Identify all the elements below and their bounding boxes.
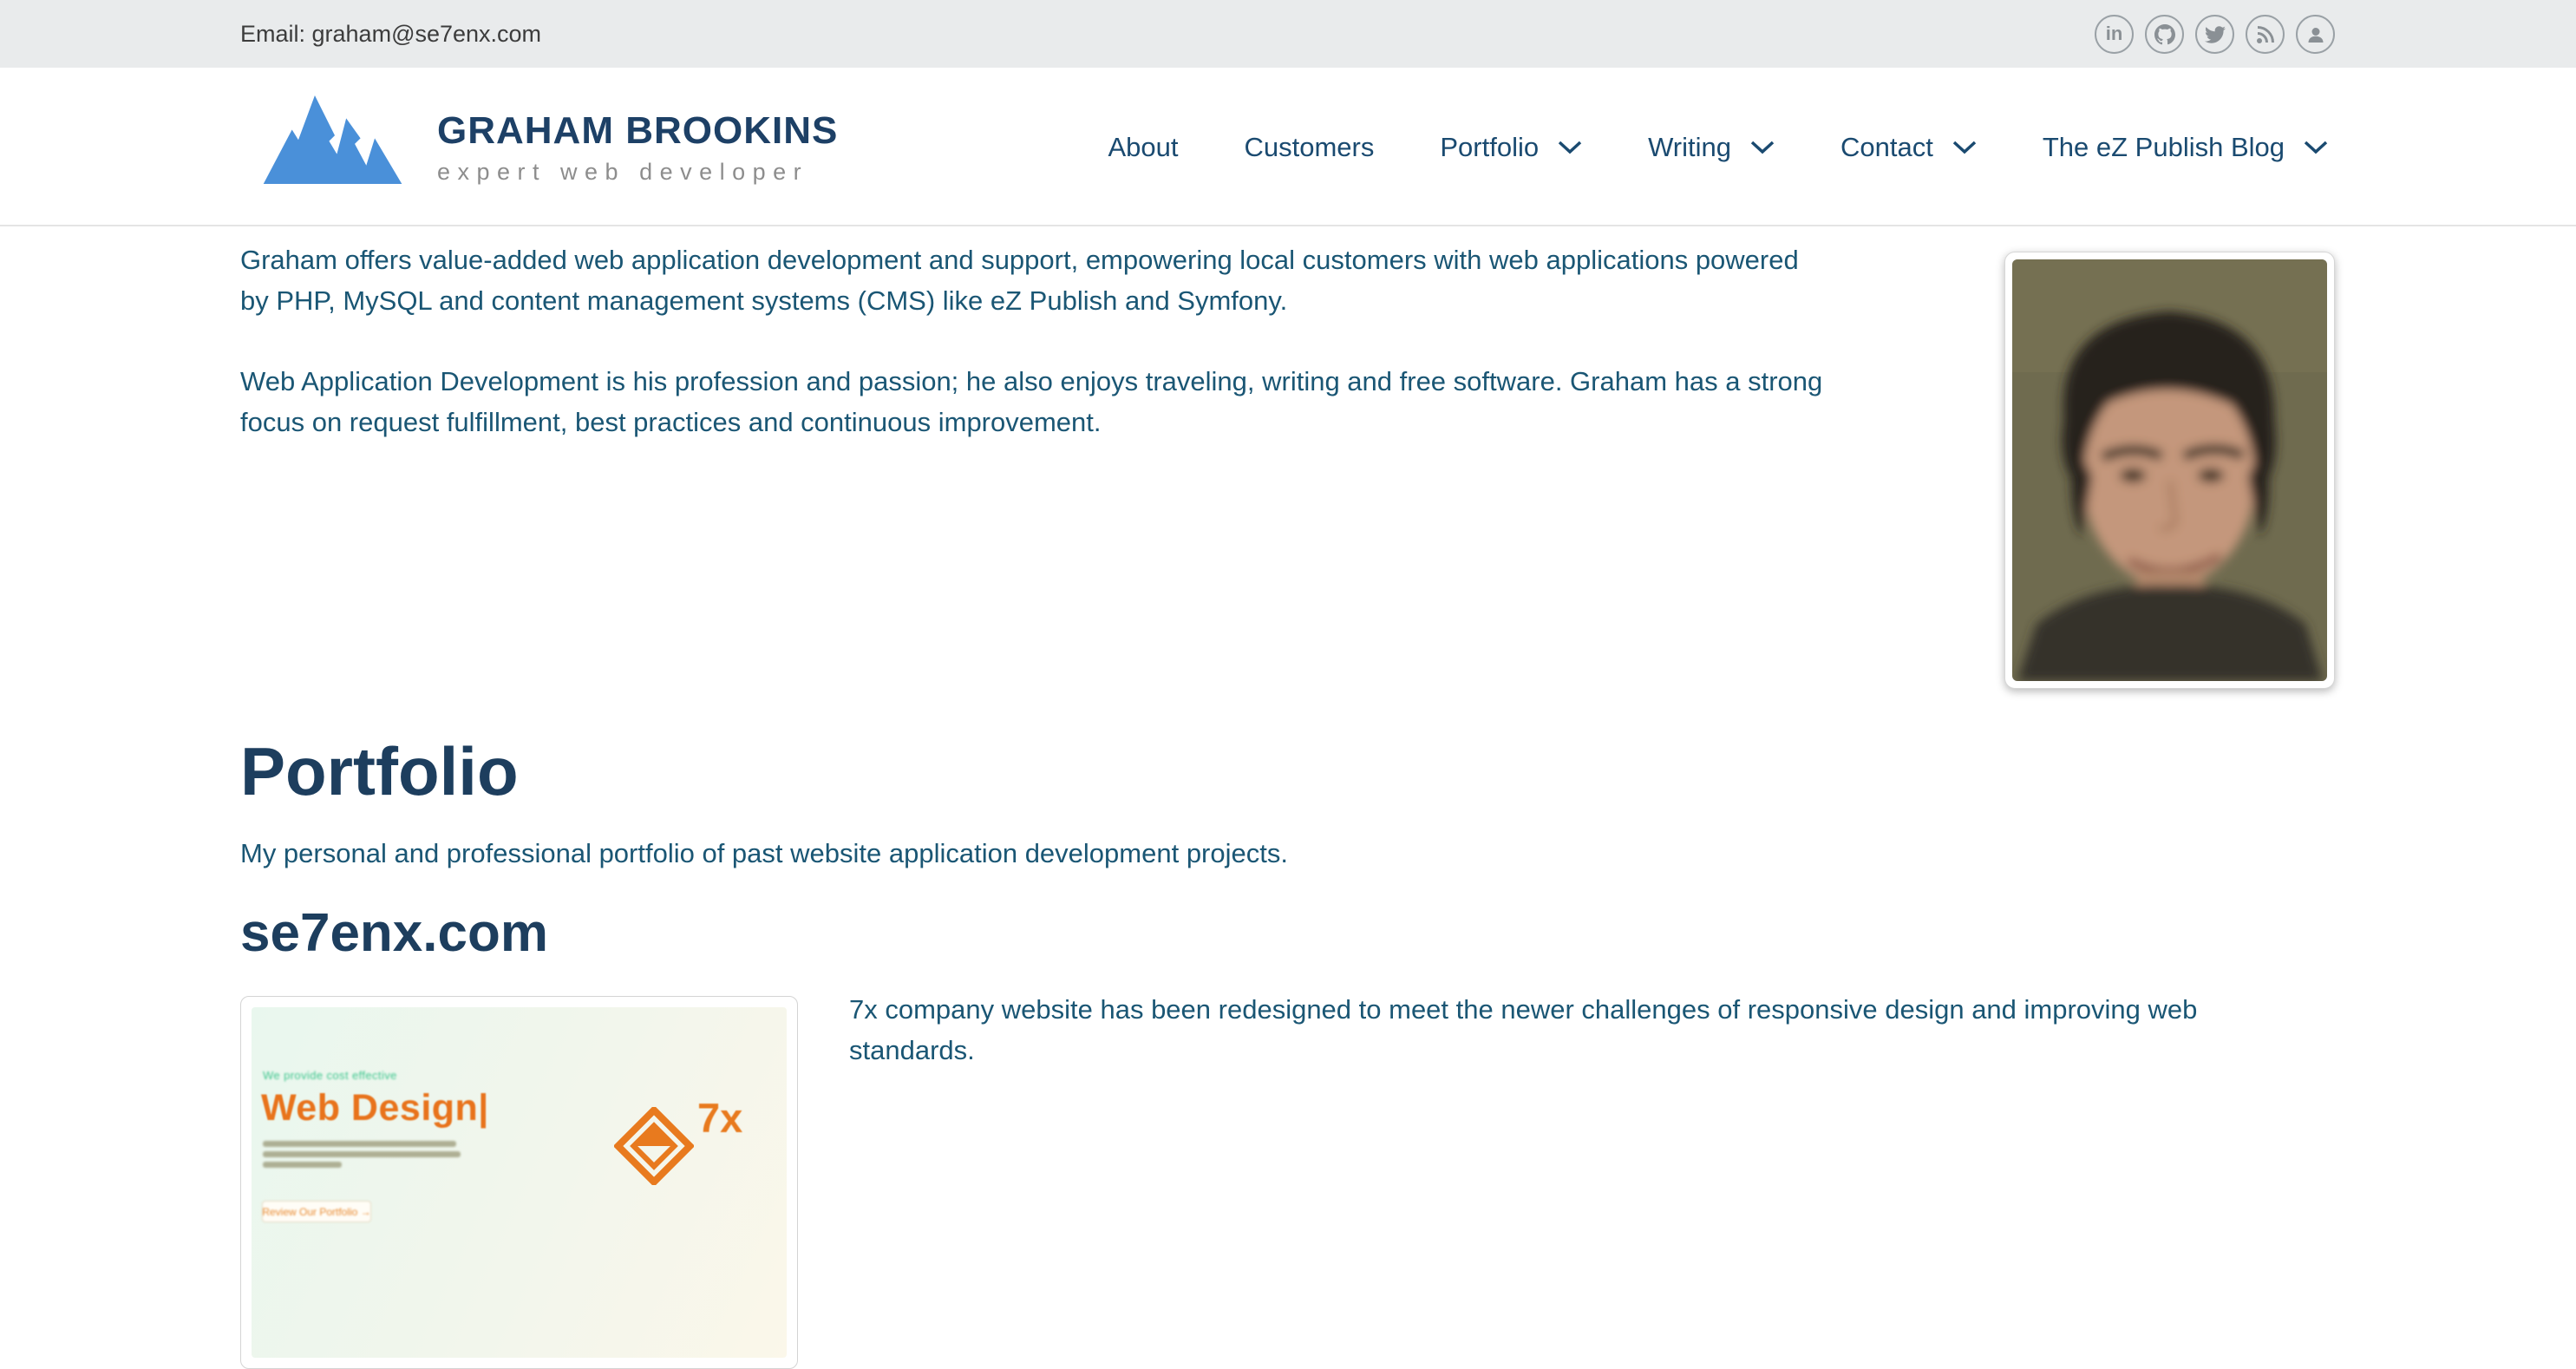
thumb-button: Review Our Portfolio → bbox=[262, 1201, 371, 1222]
nav-label: Writing bbox=[1648, 132, 1731, 163]
chevron-down-icon bbox=[2304, 141, 2328, 154]
nav-label: The eZ Publish Blog bbox=[2043, 132, 2285, 163]
intro-paragraph-1: Graham offers value-added web applicatio… bbox=[240, 239, 1984, 321]
nav-label: About bbox=[1108, 132, 1178, 163]
nav-item-ez-publish-blog[interactable]: The eZ Publish Blog bbox=[2043, 132, 2328, 163]
thumb-text-line bbox=[263, 1162, 342, 1168]
logo-title: GRAHAM BROOKINS bbox=[437, 109, 838, 153]
nav-item-customers[interactable]: Customers bbox=[1244, 132, 1374, 163]
nav-item-about[interactable]: About bbox=[1108, 132, 1178, 163]
thumb-text-line bbox=[263, 1141, 456, 1147]
rss-glyph bbox=[2255, 24, 2276, 45]
portfolio-subtitle: My personal and professional portfolio o… bbox=[240, 838, 1288, 869]
page-title: Portfolio bbox=[240, 732, 519, 811]
intro-paragraph-2: Web Application Development is his profe… bbox=[240, 361, 1984, 442]
profile-icon[interactable] bbox=[2296, 15, 2335, 54]
social-links: in bbox=[2095, 15, 2335, 54]
nav-item-portfolio[interactable]: Portfolio bbox=[1440, 132, 1582, 163]
chevron-down-icon bbox=[1750, 141, 1775, 154]
nav-label: Contact bbox=[1840, 132, 1933, 163]
email-text: Email: graham@se7enx.com bbox=[240, 0, 541, 68]
nav-label: Portfolio bbox=[1440, 132, 1539, 163]
thumb-text-line bbox=[263, 1151, 461, 1157]
main-nav: About Customers Portfolio Writing Contac… bbox=[1108, 68, 2328, 226]
intro-text: Graham offers value-added web applicatio… bbox=[240, 239, 1984, 482]
github-icon[interactable] bbox=[2145, 15, 2184, 54]
linkedin-glyph: in bbox=[2106, 24, 2123, 43]
project-description: 7x company website has been redesigned t… bbox=[849, 989, 2376, 1071]
nav-item-writing[interactable]: Writing bbox=[1648, 132, 1775, 163]
chevron-down-icon bbox=[1558, 141, 1582, 154]
portrait-image bbox=[2012, 259, 2327, 681]
nav-item-contact[interactable]: Contact bbox=[1840, 132, 1977, 163]
project-title: se7enx.com bbox=[240, 902, 548, 964]
chevron-down-icon bbox=[1952, 141, 1977, 154]
site-logo[interactable]: GRAHAM BROOKINS expert web developer bbox=[260, 95, 838, 186]
thumbnail-screenshot: We provide cost effective Web Design| Re… bbox=[252, 1007, 787, 1358]
project-thumbnail[interactable]: We provide cost effective Web Design| Re… bbox=[240, 996, 798, 1369]
github-glyph bbox=[2154, 24, 2175, 45]
logo-mountain-icon bbox=[260, 95, 409, 184]
thumb-heading: Web Design| bbox=[261, 1087, 489, 1130]
thumb-tagline: We provide cost effective bbox=[263, 1069, 397, 1082]
nav-label: Customers bbox=[1244, 132, 1374, 163]
site-header: GRAHAM BROOKINS expert web developer Abo… bbox=[0, 68, 2576, 226]
logo-subtitle: expert web developer bbox=[437, 159, 838, 186]
rss-icon[interactable] bbox=[2246, 15, 2285, 54]
thumb-text-lines bbox=[263, 1141, 461, 1172]
7x-logo-icon bbox=[614, 1107, 694, 1185]
topbar: Email: graham@se7enx.com in bbox=[0, 0, 2576, 68]
profile-glyph bbox=[2305, 24, 2326, 45]
portrait-photo bbox=[2004, 252, 2335, 689]
7x-logo-text: 7x bbox=[697, 1094, 742, 1142]
twitter-glyph bbox=[2205, 24, 2226, 45]
logo-text: GRAHAM BROOKINS expert web developer bbox=[437, 95, 838, 186]
linkedin-icon[interactable]: in bbox=[2095, 15, 2134, 54]
twitter-icon[interactable] bbox=[2195, 15, 2234, 54]
